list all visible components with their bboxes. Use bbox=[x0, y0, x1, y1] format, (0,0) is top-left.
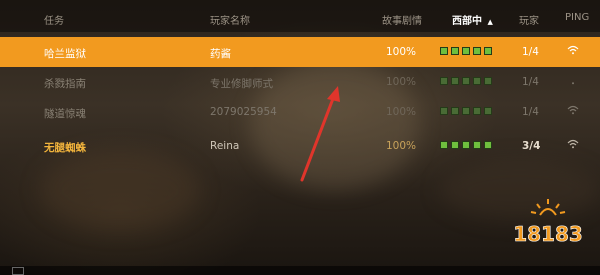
table-row[interactable]: 杀戮指南 专业修脚师式 100% 1/4 bbox=[0, 67, 600, 97]
story-progress: 100% bbox=[386, 76, 417, 88]
logo-text: 18183 bbox=[513, 222, 583, 246]
story-progress: 100% bbox=[386, 140, 417, 152]
wifi-icon bbox=[567, 45, 579, 55]
table-row[interactable]: 无腿蜘蛛 Reina 100% 3/4 bbox=[0, 131, 600, 161]
story-progress: 100% bbox=[386, 106, 417, 118]
player-name: 2079025954 bbox=[210, 106, 277, 118]
background-blur bbox=[40, 150, 200, 230]
column-header-ping[interactable]: PING bbox=[565, 12, 589, 23]
signal-bars-icon bbox=[440, 107, 492, 115]
column-header-region[interactable]: 西部中 ▲ bbox=[452, 12, 493, 27]
mission-name: 隧道惊魂 bbox=[44, 108, 86, 120]
player-count: 1/4 bbox=[522, 76, 539, 88]
region-label: 西部中 bbox=[452, 16, 482, 27]
player-name: 药酱 bbox=[210, 48, 231, 60]
mission-name: 无腿蜘蛛 bbox=[44, 142, 86, 154]
mission-name: 杀戮指南 bbox=[44, 78, 86, 90]
sort-asc-icon: ▲ bbox=[487, 18, 493, 26]
site-logo: 18183 bbox=[510, 193, 586, 253]
column-header-story-progress[interactable]: 故事剧情 bbox=[382, 12, 422, 27]
story-progress: 100% bbox=[386, 46, 417, 58]
wifi-icon bbox=[567, 139, 579, 149]
signal-bars-icon bbox=[440, 77, 492, 85]
player-name: Reina bbox=[210, 140, 240, 152]
signal-bars-icon bbox=[440, 141, 492, 149]
footer-bar bbox=[0, 266, 600, 275]
signal-bars-icon bbox=[440, 47, 492, 55]
column-header-player-name[interactable]: 玩家名称 bbox=[210, 12, 250, 27]
player-name: 专业修脚师式 bbox=[210, 78, 273, 90]
column-header-players[interactable]: 玩家 bbox=[519, 12, 539, 27]
wifi-icon bbox=[567, 75, 579, 85]
column-header-mission[interactable]: 任务 bbox=[44, 12, 64, 27]
table-header: 任务 玩家名称 故事剧情 西部中 ▲ 玩家 PING bbox=[0, 0, 600, 32]
table-row[interactable]: 隧道惊魂 2079025954 100% 1/4 bbox=[0, 97, 600, 127]
wifi-icon bbox=[567, 105, 579, 115]
table-row[interactable]: 哈兰监狱 药酱 100% 1/4 bbox=[0, 37, 600, 67]
player-count: 1/4 bbox=[522, 106, 539, 118]
player-count: 1/4 bbox=[522, 46, 539, 58]
mission-name: 哈兰监狱 bbox=[44, 48, 86, 60]
player-count: 3/4 bbox=[522, 140, 541, 152]
